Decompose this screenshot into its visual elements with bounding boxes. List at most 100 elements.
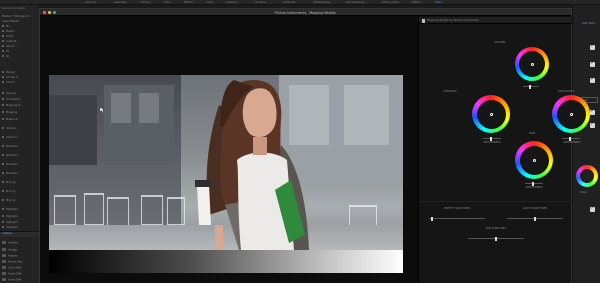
workspace-tab-assembly[interactable]: Assembly <box>114 1 127 4</box>
skin-color-wheel[interactable] <box>515 141 553 179</box>
effect-row[interactable]: Ba <box>2 50 39 54</box>
effect-row[interactable]: Globe G <box>2 127 39 131</box>
checkbox[interactable] <box>590 61 595 67</box>
effect-row[interactable]: Shadows <box>2 145 39 149</box>
visibility-icon[interactable] <box>2 172 4 174</box>
visibility-icon[interactable] <box>2 98 4 100</box>
workspace-tab-effects[interactable]: Effects <box>184 1 193 4</box>
effect-row[interactable]: Master G <box>2 118 39 122</box>
adjust-skin-tones-slider[interactable] <box>507 216 563 221</box>
workspace-tab-learning[interactable]: Learning <box>85 1 96 4</box>
effect-row[interactable]: Highlight <box>2 221 39 225</box>
effect-row[interactable]: Ancher P <box>2 76 39 80</box>
checkbox[interactable] <box>590 44 595 50</box>
visibility-icon[interactable] <box>2 136 4 138</box>
workspace-tab-roundtripping[interactable]: Roundtripping <box>346 1 364 4</box>
skin-tone-shift-slider[interactable] <box>468 236 524 241</box>
effect-row[interactable]: Mid Lig <box>2 181 39 185</box>
visibility-icon[interactable] <box>2 111 4 113</box>
visibility-icon[interactable] <box>2 76 4 78</box>
workspace-tab-editing-cs6[interactable]: Editing (CS6) <box>382 1 399 4</box>
workspace-tab-audio[interactable]: Audio <box>206 1 213 4</box>
highlights-wheel-handle[interactable] <box>569 112 573 116</box>
checkbox[interactable] <box>590 77 595 83</box>
workspace-tab-color[interactable]: Color <box>164 1 171 4</box>
effect-row[interactable]: Master * Hintergrund <box>2 15 39 19</box>
effect-row[interactable]: Scale W <box>2 40 39 44</box>
workspace-tab-graphics[interactable]: Graphics <box>226 1 237 4</box>
visibility-icon[interactable] <box>2 81 4 83</box>
workspace-tab-metalogging[interactable]: Metalogging <box>314 1 330 4</box>
effect-row[interactable]: Time Rema <box>2 98 39 102</box>
workspace-tab-all-panels[interactable]: All Panels <box>283 1 295 4</box>
effect-row[interactable]: Highlight <box>2 226 39 230</box>
workspace-tab-editing[interactable]: Editing <box>141 1 150 4</box>
highlights-color-wheel[interactable] <box>552 95 590 133</box>
visibility-icon[interactable] <box>2 127 4 129</box>
bin-item[interactable]: Audio Effe <box>2 266 21 270</box>
visibility-icon[interactable] <box>2 55 4 57</box>
effect-row[interactable]: Backgr <box>2 71 39 75</box>
effect-row[interactable]: Global H <box>2 136 39 140</box>
bin-item[interactable]: Happen <box>2 254 18 258</box>
effect-row[interactable]: Anti-Fl <box>2 45 39 49</box>
bin-item[interactable]: Audio Effe <box>2 278 21 282</box>
skin-level-slider[interactable] <box>525 181 543 186</box>
bin-tab[interactable]: Untitled <box>2 232 12 235</box>
workspace-tab-color-2[interactable]: Color <box>435 1 442 4</box>
effect-row[interactable]: Positio <box>2 30 39 34</box>
visibility-icon[interactable] <box>2 221 4 223</box>
effect-row[interactable]: Shadows <box>2 163 39 167</box>
effect-row[interactable]: Mapping W <box>2 104 39 108</box>
bin-item[interactable]: Untitled <box>2 241 18 245</box>
visibility-icon[interactable] <box>2 30 4 32</box>
visibility-icon[interactable] <box>2 208 4 210</box>
preview-viewer[interactable] <box>40 17 418 283</box>
effect-row[interactable]: Shadows <box>2 154 39 158</box>
highlights-level-slider[interactable] <box>562 136 580 141</box>
effect-row[interactable]: Anti-Fl <box>2 81 39 85</box>
bin-item[interactable]: Screen Rec <box>2 260 22 264</box>
visibility-icon[interactable] <box>2 163 4 165</box>
effect-row[interactable]: Highlight <box>2 215 39 219</box>
visibility-icon[interactable] <box>2 92 4 94</box>
visibility-icon[interactable] <box>2 71 4 73</box>
effect-row[interactable]: Mapping <box>2 111 39 115</box>
effect-row[interactable]: Opacity <box>2 92 39 96</box>
effect-row[interactable]: Video Effects <box>2 20 39 24</box>
effect-row[interactable]: Ro <box>2 55 39 59</box>
visibility-icon[interactable] <box>2 154 4 156</box>
effect-row[interactable]: Mid Lig <box>2 199 39 203</box>
visibility-icon[interactable] <box>2 25 4 27</box>
protect-skin-tones-slider[interactable] <box>429 216 485 221</box>
visibility-icon[interactable] <box>2 118 4 120</box>
visibility-icon[interactable] <box>2 145 4 147</box>
workspace-tab-effects-2[interactable]: Effects <box>412 1 421 4</box>
checkbox[interactable] <box>590 109 595 115</box>
color-wheel-icon[interactable] <box>576 165 598 187</box>
master-level-slider[interactable] <box>523 84 539 89</box>
effect-row[interactable]: Mid Lig <box>2 190 39 194</box>
visibility-icon[interactable] <box>2 226 4 228</box>
bin-item[interactable]: Images <box>2 248 17 252</box>
visibility-icon[interactable] <box>2 215 4 217</box>
effect-row[interactable]: Shadows <box>2 172 39 176</box>
shadows-color-wheel[interactable] <box>472 95 510 133</box>
checkbox[interactable] <box>590 206 595 212</box>
visibility-icon[interactable] <box>2 40 4 42</box>
visibility-icon[interactable] <box>2 35 4 37</box>
shadows-level-slider[interactable] <box>483 136 501 141</box>
skin-wheel-handle[interactable] <box>532 158 536 162</box>
shadows-wheel-handle[interactable] <box>489 112 493 116</box>
visibility-icon[interactable] <box>2 104 4 106</box>
auto-tone-label[interactable]: Auto Tone <box>582 22 595 25</box>
visibility-icon[interactable] <box>2 190 4 192</box>
master-color-wheel[interactable] <box>515 47 549 81</box>
checkbox[interactable] <box>590 122 595 128</box>
workspace-tab-libraries[interactable]: Libraries <box>255 1 266 4</box>
bin-item[interactable]: Audio Effe <box>2 272 21 276</box>
visibility-icon[interactable] <box>2 199 4 201</box>
effect-row[interactable]: Scale <box>2 35 39 39</box>
visibility-icon[interactable] <box>2 45 4 47</box>
effect-row[interactable]: Mo <box>2 25 39 29</box>
